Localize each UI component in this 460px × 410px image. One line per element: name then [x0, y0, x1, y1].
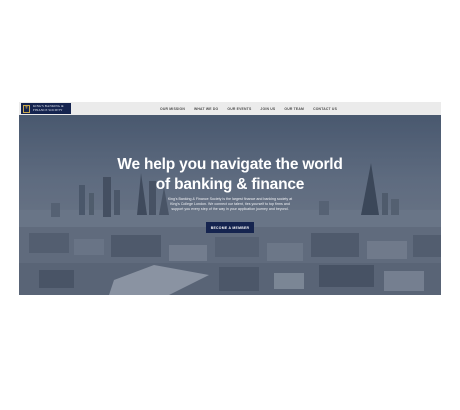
hero-headline-line1: We help you navigate the world — [117, 156, 343, 173]
hero-headline-line2: of banking & finance — [155, 176, 305, 193]
nav-our-mission[interactable]: OUR MISSION — [160, 107, 185, 111]
nav-join-us[interactable]: JOIN US — [260, 107, 275, 111]
nav-contact-us[interactable]: CONTACT US — [313, 107, 337, 111]
nav-our-events[interactable]: OUR EVENTS — [227, 107, 251, 111]
become-member-button[interactable]: BECOME A MEMBER — [206, 222, 254, 233]
logo-text: KING'S BANKING & FINANCE SOCIETY — [33, 104, 64, 112]
navbar: ⚜ KING'S BANKING & FINANCE SOCIETY OUR M… — [19, 102, 441, 115]
hero-section: We help you navigate the world of bankin… — [19, 115, 441, 295]
hero-headline: We help you navigate the world of bankin… — [19, 155, 441, 195]
website-screenshot: ⚜ KING'S BANKING & FINANCE SOCIETY OUR M… — [19, 102, 441, 295]
nav-what-we-do[interactable]: WHAT WE DO — [194, 107, 218, 111]
nav-our-team[interactable]: OUR TEAM — [284, 107, 304, 111]
crest-icon: ⚜ — [23, 104, 30, 113]
site-logo[interactable]: ⚜ KING'S BANKING & FINANCE SOCIETY — [21, 103, 71, 114]
logo-text-line2: FINANCE SOCIETY — [33, 107, 63, 112]
hero-subtext: King's Banking & Finance Society is the … — [167, 197, 293, 212]
nav-links: OUR MISSION WHAT WE DO OUR EVENTS JOIN U… — [160, 102, 346, 115]
